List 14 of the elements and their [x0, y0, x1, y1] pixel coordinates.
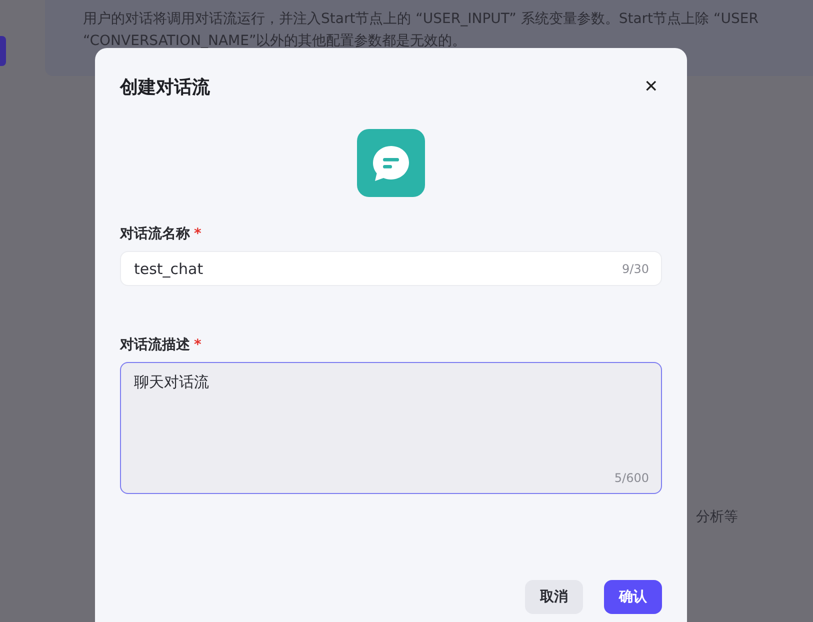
- chat-bubble-icon: [357, 129, 425, 197]
- notice-text: 用户的对话将调用对话流运行，并注入Start节点上的 “USER_INPUT” 系统变量参数。Start节点上除 “USER: [83, 10, 760, 29]
- field-label-text: 对话流名称: [120, 226, 190, 242]
- dialog-title: 创建对话流: [120, 76, 210, 98]
- confirm-button[interactable]: 确认: [604, 580, 662, 614]
- description-field[interactable]: 聊天对话流 5/600: [120, 362, 662, 494]
- close-button[interactable]: ✕: [640, 74, 662, 99]
- background-text: 分析等: [696, 508, 738, 527]
- required-mark: *: [194, 226, 202, 242]
- cancel-button[interactable]: 取消: [525, 580, 583, 614]
- field-label-text: 对话流描述: [120, 337, 190, 353]
- required-mark: *: [194, 337, 202, 353]
- name-field[interactable]: test_chat 9/30: [120, 251, 662, 286]
- notice-text: “CONVERSATION_NAME”以外的其他配置参数都是无效的。: [83, 32, 468, 51]
